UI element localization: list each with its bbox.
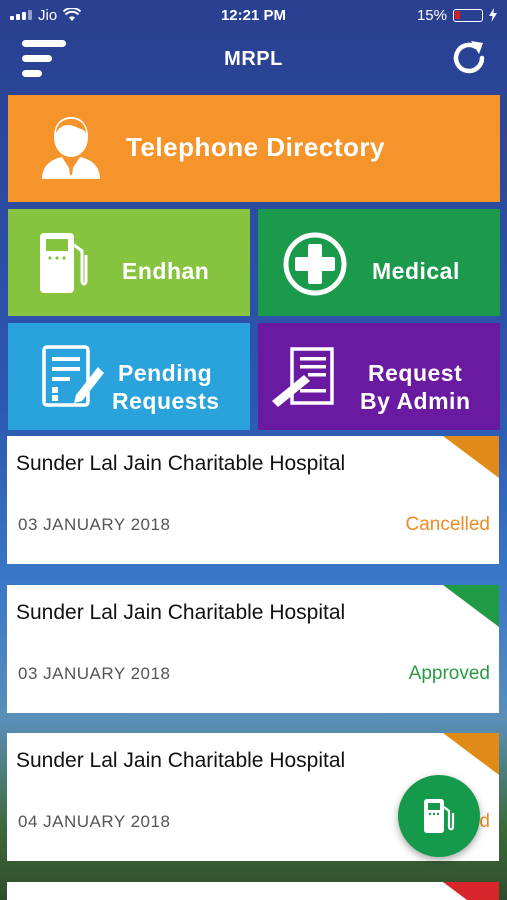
request-by-admin-tile[interactable]: Request By Admin xyxy=(258,323,500,430)
fuel-pump-icon xyxy=(40,233,88,293)
endhan-label: Endhan xyxy=(122,258,210,284)
status-corner-flag xyxy=(443,733,499,775)
endhan-tile[interactable]: Endhan xyxy=(8,209,250,316)
hospital-name: Sunder Lal Jain Charitable Hospital xyxy=(16,452,346,475)
pending-requests-line2: Requests xyxy=(112,388,220,414)
pending-requests-line1: Pending xyxy=(118,360,213,386)
request-card-partial[interactable] xyxy=(7,882,499,900)
status-corner-flag xyxy=(443,436,499,478)
status-label: Approved xyxy=(408,663,490,684)
hospital-name: Sunder Lal Jain Charitable Hospital xyxy=(16,749,346,772)
telephone-directory-tile[interactable]: Telephone Directory xyxy=(8,95,500,202)
hospital-name: Sunder Lal Jain Charitable Hospital xyxy=(16,601,346,624)
page-title: MRPL xyxy=(224,47,283,70)
request-card[interactable]: Sunder Lal Jain Charitable Hospital 03 J… xyxy=(7,585,499,713)
pending-requests-tile[interactable]: Pending Requests xyxy=(8,323,250,430)
fuel-fab-button[interactable] xyxy=(398,775,480,857)
request-date: 03 JANUARY 2018 xyxy=(18,515,171,534)
document-edit-icon xyxy=(42,345,104,407)
person-icon xyxy=(42,117,100,179)
medical-cross-icon xyxy=(283,232,347,296)
request-date: 04 JANUARY 2018 xyxy=(18,812,171,831)
fuel-pump-icon xyxy=(424,799,455,833)
request-date: 03 JANUARY 2018 xyxy=(18,664,171,683)
medical-tile[interactable]: Medical xyxy=(258,209,500,316)
request-by-admin-line2: By Admin xyxy=(360,388,471,414)
hamburger-menu-icon[interactable] xyxy=(22,36,68,82)
request-by-admin-line1: Request xyxy=(368,360,463,386)
battery-icon xyxy=(453,8,483,22)
status-corner-flag xyxy=(443,882,499,900)
signal-icon xyxy=(10,10,32,20)
request-card[interactable]: Sunder Lal Jain Charitable Hospital 03 J… xyxy=(7,436,499,564)
status-label: Cancelled xyxy=(405,514,491,535)
status-time: 12:21 PM xyxy=(220,6,287,24)
charging-icon xyxy=(489,8,497,22)
carrier-label: Jio xyxy=(38,6,58,24)
battery-percent: 15% xyxy=(416,6,447,24)
medical-label: Medical xyxy=(372,258,460,284)
status-label: d xyxy=(479,811,490,832)
document-sign-icon xyxy=(272,347,334,407)
telephone-directory-label: Telephone Directory xyxy=(126,132,385,162)
status-corner-flag xyxy=(443,585,499,627)
wifi-icon xyxy=(63,8,82,21)
status-bar: Jio 12:21 PM 15% xyxy=(0,0,507,30)
app-header: MRPL xyxy=(0,30,507,88)
refresh-icon[interactable] xyxy=(449,38,489,78)
